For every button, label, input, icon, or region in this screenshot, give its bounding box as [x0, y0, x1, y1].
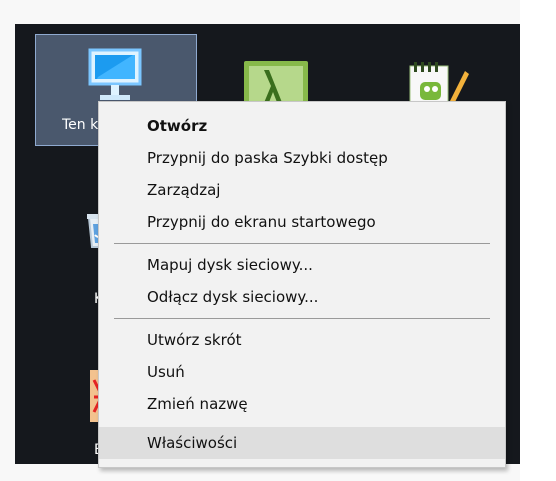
pin-start-menu-item[interactable]: Przypnij do ekranu startowego	[99, 206, 505, 238]
rename-menu-item[interactable]: Zmień nazwę	[99, 388, 505, 420]
open-menu-item[interactable]: Otwórz	[99, 110, 505, 142]
pin-quick-access-menu-item[interactable]: Przypnij do paska Szybki dostęp	[99, 142, 505, 174]
menu-separator	[114, 318, 490, 319]
menu-separator	[114, 243, 490, 244]
manage-menu-item[interactable]: Zarządzaj	[99, 174, 505, 206]
map-network-drive-menu-item[interactable]: Mapuj dysk sieciowy...	[99, 249, 505, 281]
page: { "desktop": { "icons": [ {"label": "Ten…	[0, 0, 556, 481]
this-pc-icon	[88, 48, 142, 100]
delete-menu-item[interactable]: Usuń	[99, 356, 505, 388]
create-shortcut-menu-item[interactable]: Utwórz skrót	[99, 324, 505, 356]
disconnect-network-drive-menu-item[interactable]: Odłącz dysk sieciowy...	[99, 281, 505, 313]
context-menu: Otwórz Przypnij do paska Szybki dostęp Z…	[98, 101, 506, 468]
right-background-strip	[520, 0, 556, 481]
properties-menu-item[interactable]: Właściwości	[99, 427, 505, 459]
